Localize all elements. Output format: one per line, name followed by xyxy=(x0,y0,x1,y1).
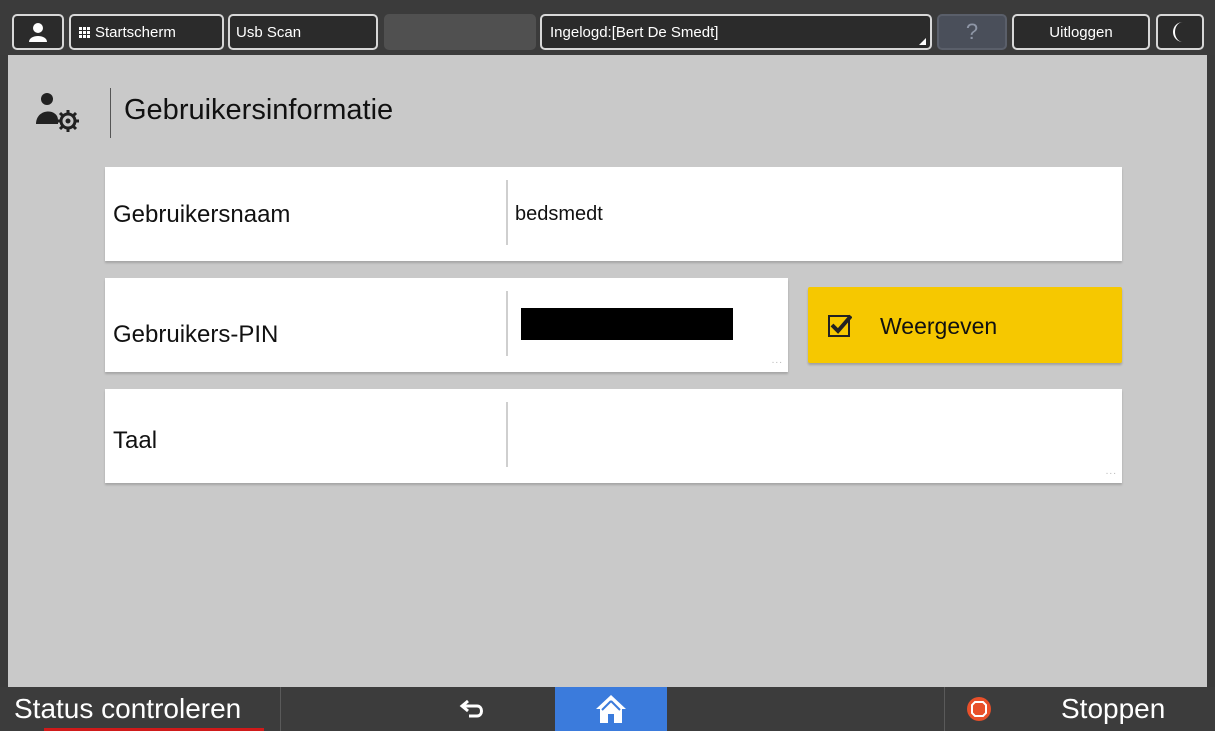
user-settings-icon xyxy=(36,93,79,132)
page-title: Gebruikersinformatie xyxy=(124,94,394,126)
username-row: Gebruikersnaam bedsmedt xyxy=(105,167,1122,261)
back-arrow-icon xyxy=(459,699,483,718)
user-icon xyxy=(29,23,47,42)
home-icon xyxy=(596,695,626,723)
user-button[interactable] xyxy=(12,14,64,50)
home-button[interactable] xyxy=(555,687,667,731)
usb-scan-button[interactable]: Usb Scan xyxy=(228,14,378,50)
username-label: Gebruikersnaam xyxy=(113,201,291,228)
username-value: bedsmedt xyxy=(515,203,603,225)
grid-icon xyxy=(79,26,90,38)
show-pin-label: Weergeven xyxy=(880,313,998,339)
pin-row[interactable]: Gebruikers-PIN ... xyxy=(105,278,788,372)
language-row[interactable]: Taal ... xyxy=(105,389,1122,483)
logout-label: Uitloggen xyxy=(1049,23,1113,41)
bottom-bar: Status controleren Stoppen xyxy=(0,687,1215,731)
back-button[interactable] xyxy=(438,687,508,731)
login-status-text: Ingelogd:[Bert De Smedt] xyxy=(550,23,719,41)
empty-shortcut-slot xyxy=(384,14,536,50)
usb-scan-label: Usb Scan xyxy=(236,23,302,41)
home-screen-label: Startscherm xyxy=(95,23,176,41)
row-separator xyxy=(506,180,508,245)
energy-saver-button[interactable] xyxy=(1156,14,1204,50)
logout-button[interactable]: Uitloggen xyxy=(1012,14,1150,50)
help-icon: ? xyxy=(965,19,979,44)
check-icon xyxy=(828,314,852,337)
pin-value-redacted xyxy=(521,308,733,340)
more-indicator: ... xyxy=(771,355,783,366)
top-bar: Startscherm Usb Scan Ingelogd:[Bert De S… xyxy=(0,0,1215,55)
moon-icon xyxy=(1173,22,1183,42)
help-button[interactable]: ? xyxy=(937,14,1007,50)
row-separator xyxy=(506,291,508,356)
language-label: Taal xyxy=(113,427,158,454)
pin-label: Gebruikers-PIN xyxy=(113,321,279,348)
stop-icon xyxy=(967,697,991,721)
row-separator xyxy=(506,402,508,467)
home-screen-button[interactable]: Startscherm xyxy=(69,14,224,50)
header-divider xyxy=(110,88,111,138)
show-pin-toggle[interactable]: Weergeven xyxy=(808,287,1122,363)
expand-corner-icon xyxy=(919,38,926,45)
stop-button[interactable]: Stoppen xyxy=(945,687,1205,731)
status-check-label: Status controleren xyxy=(14,693,242,724)
login-status-field[interactable]: Ingelogd:[Bert De Smedt] xyxy=(540,14,932,50)
stop-label: Stoppen xyxy=(1061,693,1166,724)
more-indicator: ... xyxy=(1105,466,1117,477)
status-check-button[interactable]: Status controleren xyxy=(14,687,281,731)
